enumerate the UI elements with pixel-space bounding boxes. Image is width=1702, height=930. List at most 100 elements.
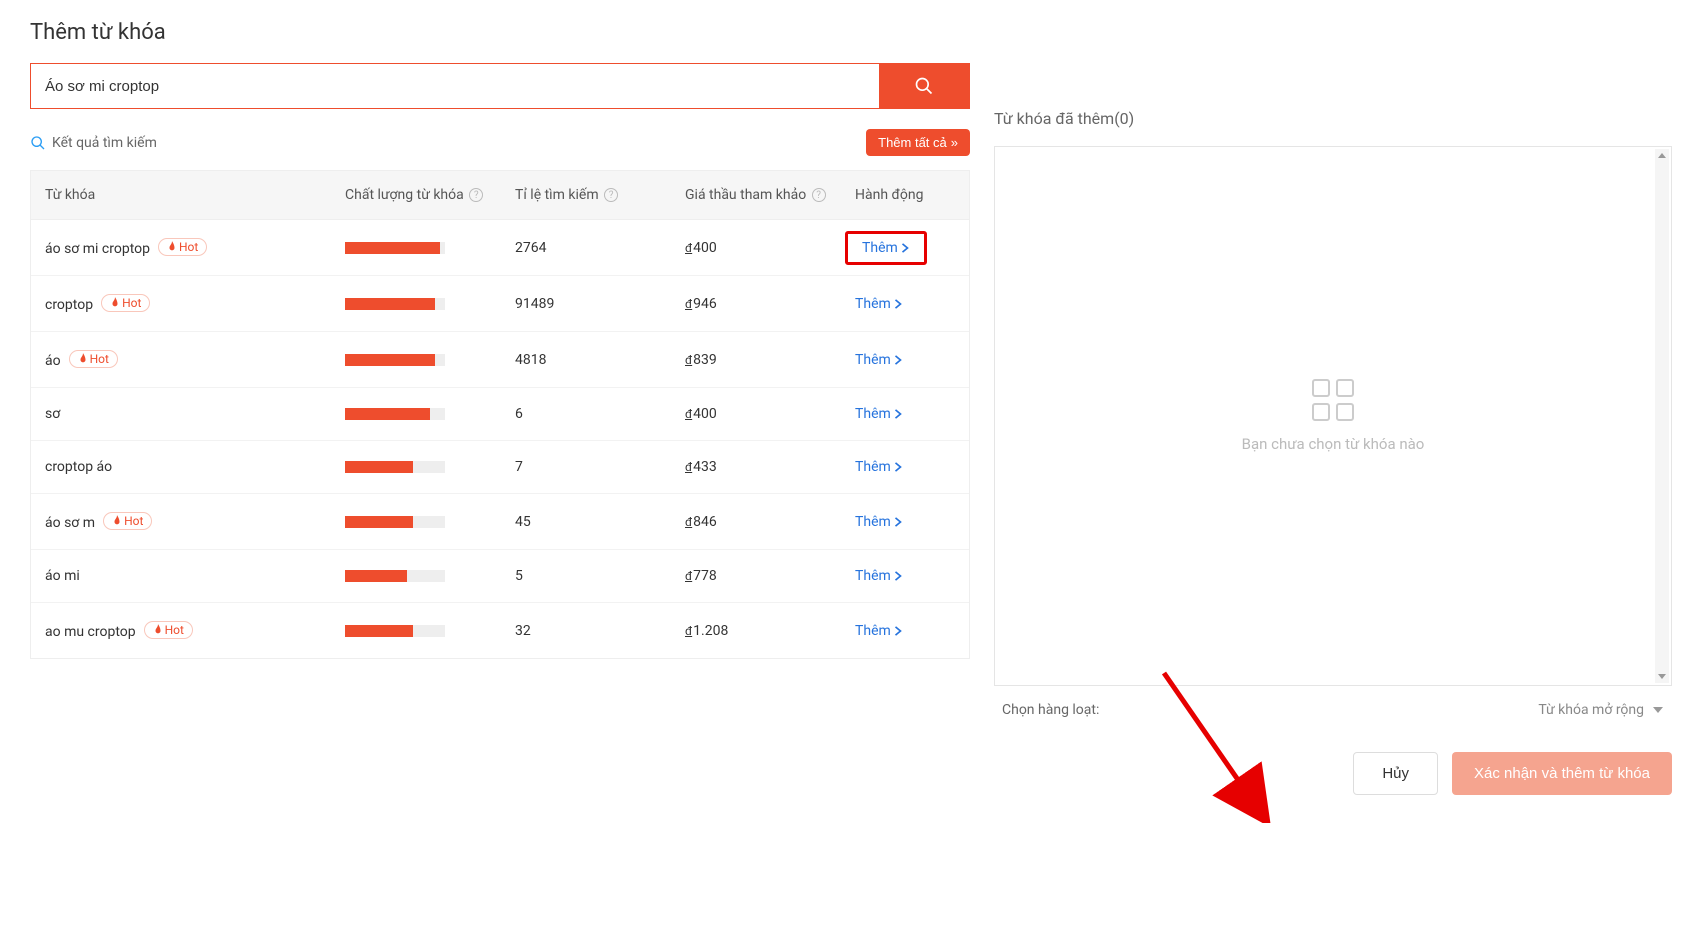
cell-keyword: áo sơ m Hot	[45, 512, 345, 531]
cancel-button[interactable]: Hủy	[1353, 752, 1438, 795]
page-title: Thêm từ khóa	[30, 20, 1672, 45]
empty-state: Bạn chưa chọn từ khóa nào	[1242, 379, 1425, 453]
keyword-text: sơ	[45, 406, 60, 422]
cell-keyword: áo mi	[45, 568, 345, 584]
search-bar	[30, 63, 970, 109]
cell-bid: đ1.208	[685, 623, 855, 639]
results-label: Kết quả tìm kiếm	[30, 135, 157, 151]
cell-quality	[345, 461, 515, 473]
add-all-button[interactable]: Thêm tất cả »	[866, 129, 970, 156]
keyword-text: áo mi	[45, 568, 80, 584]
confirm-button[interactable]: Xác nhận và thêm từ khóa	[1452, 752, 1672, 795]
keyword-text: ao mu croptop	[45, 624, 136, 640]
chevron-right-icon	[893, 299, 903, 309]
cell-quality	[345, 516, 515, 528]
keyword-text: áo sơ m	[45, 515, 95, 531]
quality-bar	[345, 408, 445, 420]
keyword-text: croptop áo	[45, 459, 112, 475]
cell-keyword: croptop Hot	[45, 294, 345, 313]
hot-badge: Hot	[69, 350, 118, 368]
keyword-text: croptop	[45, 297, 93, 313]
quality-bar	[345, 354, 445, 366]
cell-keyword: ao mu croptopHot	[45, 621, 345, 640]
col-header-keyword: Từ khóa	[45, 187, 345, 203]
quality-bar	[345, 242, 445, 254]
cell-bid: đ846	[685, 514, 855, 530]
cell-bid: đ400	[685, 406, 855, 422]
keyword-table: Từ khóa Chất lượng từ khóa ? Tỉ lệ tìm k…	[30, 170, 970, 659]
cell-bid: đ778	[685, 568, 855, 584]
chevron-right-icon	[893, 626, 903, 636]
quality-bar	[345, 461, 445, 473]
flame-icon	[78, 353, 88, 365]
cell-action: Thêm	[855, 352, 955, 368]
batch-option-text: Từ khóa mở rộng	[1538, 702, 1644, 718]
keyword-text: áo	[45, 353, 61, 369]
flame-icon	[112, 515, 122, 527]
cell-rate: 7	[515, 459, 685, 475]
batch-select[interactable]: Từ khóa mở rộng	[1538, 702, 1664, 718]
table-row: croptop áo7đ433Thêm	[31, 441, 969, 494]
quality-bar	[345, 625, 445, 637]
keyword-text: áo sơ mi croptop	[45, 241, 150, 257]
add-keyword-button[interactable]: Thêm	[855, 406, 903, 422]
batch-label: Chọn hàng loạt:	[1002, 702, 1099, 718]
cell-action: Thêm	[855, 459, 955, 475]
add-keyword-button[interactable]: Thêm	[862, 240, 910, 256]
cell-rate: 5	[515, 568, 685, 584]
add-keyword-button[interactable]: Thêm	[855, 623, 903, 639]
cell-action: Thêm	[855, 568, 955, 584]
cell-action: Thêm	[855, 623, 955, 639]
flame-icon	[167, 241, 177, 253]
cell-quality	[345, 298, 515, 310]
cell-rate: 45	[515, 514, 685, 530]
table-row: sơ6đ400Thêm	[31, 388, 969, 441]
add-keyword-button[interactable]: Thêm	[855, 296, 903, 312]
help-icon[interactable]: ?	[604, 188, 618, 202]
cell-bid: đ400	[685, 240, 855, 256]
cell-keyword: áo Hot	[45, 350, 345, 369]
search-result-icon	[30, 135, 46, 151]
scrollbar[interactable]	[1655, 149, 1669, 683]
cell-keyword: croptop áo	[45, 459, 345, 475]
col-header-rate: Tỉ lệ tìm kiếm ?	[515, 187, 685, 203]
cell-action: Thêm	[855, 514, 955, 530]
quality-bar	[345, 516, 445, 528]
hot-badge: Hot	[103, 512, 152, 530]
add-keyword-button[interactable]: Thêm	[855, 568, 903, 584]
chevron-right-icon	[893, 409, 903, 419]
table-row: ao mu croptopHot32đ1.208Thêm	[31, 603, 969, 658]
cell-quality	[345, 354, 515, 366]
search-input[interactable]	[31, 64, 879, 108]
cell-rate: 91489	[515, 296, 685, 312]
selected-keywords-panel: Bạn chưa chọn từ khóa nào	[994, 146, 1672, 686]
table-row: áo sơ mi croptop Hot 2764đ400 Thêm	[31, 220, 969, 276]
help-icon[interactable]: ?	[812, 188, 826, 202]
chevron-right-icon	[893, 571, 903, 581]
chevron-down-icon	[1652, 704, 1664, 716]
selected-title: Từ khóa đã thêm(0)	[994, 109, 1672, 128]
search-button[interactable]	[879, 64, 969, 108]
chevron-right-icon	[900, 243, 910, 253]
cell-keyword: áo sơ mi croptop Hot	[45, 238, 345, 257]
cell-bid: đ839	[685, 352, 855, 368]
empty-message: Bạn chưa chọn từ khóa nào	[1242, 435, 1425, 453]
cell-action: Thêm	[855, 240, 955, 256]
annotation-highlight: Thêm	[845, 231, 927, 265]
add-keyword-button[interactable]: Thêm	[855, 459, 903, 475]
hot-badge: Hot	[158, 238, 207, 256]
chevron-right-icon	[893, 462, 903, 472]
cell-quality	[345, 625, 515, 637]
cell-quality	[345, 408, 515, 420]
table-header: Từ khóa Chất lượng từ khóa ? Tỉ lệ tìm k…	[31, 170, 969, 220]
hot-badge: Hot	[101, 294, 150, 312]
table-row: áo sơ m Hot 45đ846Thêm	[31, 494, 969, 550]
add-keyword-button[interactable]: Thêm	[855, 514, 903, 530]
add-keyword-button[interactable]: Thêm	[855, 352, 903, 368]
cell-action: Thêm	[855, 296, 955, 312]
table-row: croptopHot91489đ946Thêm	[31, 276, 969, 332]
col-header-bid: Giá thầu tham khảo ?	[685, 187, 855, 203]
cell-rate: 2764	[515, 240, 685, 256]
chevron-right-icon	[893, 355, 903, 365]
help-icon[interactable]: ?	[469, 188, 483, 202]
